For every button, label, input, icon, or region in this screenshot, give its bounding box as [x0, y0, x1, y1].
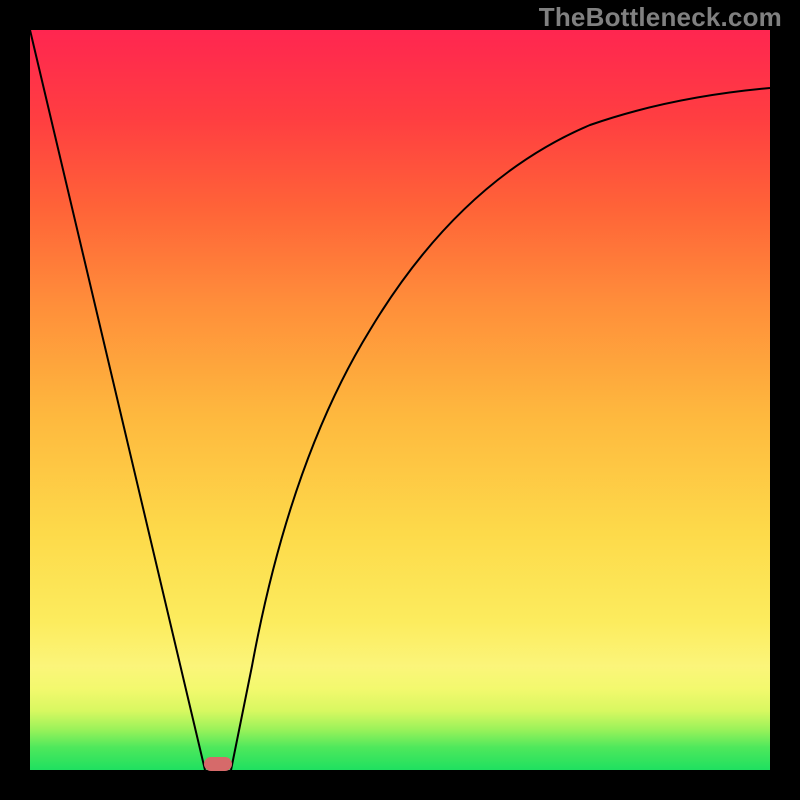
- watermark-text: TheBottleneck.com: [539, 2, 782, 33]
- curve-svg: [30, 30, 770, 770]
- curve-right-branch: [231, 88, 770, 770]
- plot-area: [30, 30, 770, 770]
- trough-marker: [204, 757, 232, 771]
- chart-frame: TheBottleneck.com: [0, 0, 800, 800]
- curve-left-branch: [30, 30, 205, 770]
